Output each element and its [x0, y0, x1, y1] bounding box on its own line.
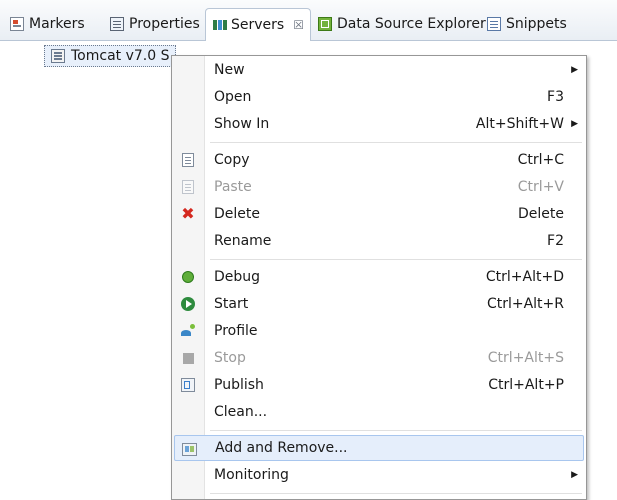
menu-item-paste[interactable]: Paste Ctrl+V	[174, 174, 584, 200]
tab-snippets-label: Snippets	[506, 16, 567, 32]
data-source-explorer-icon	[318, 17, 332, 31]
start-icon	[180, 296, 196, 312]
menu-item-label: Copy	[214, 152, 250, 168]
delete-icon: ✖	[181, 204, 195, 223]
menu-item-label: Add and Remove...	[215, 440, 348, 456]
menu-item-label: Stop	[214, 350, 246, 366]
menu-item-shortcut: Ctrl+Alt+P	[488, 377, 564, 393]
tab-data-source-explorer-label: Data Source Explorer	[337, 16, 486, 32]
menu-item-label: New	[214, 62, 245, 78]
menu-item-label: Debug	[214, 269, 261, 285]
close-tab-icon[interactable]: ☒	[293, 18, 304, 32]
menu-item-shortcut: F3	[547, 89, 564, 105]
add-remove-icon	[181, 441, 197, 457]
debug-icon	[180, 269, 196, 285]
menu-item-label: Profile	[214, 323, 258, 339]
menu-item-stop[interactable]: Stop Ctrl+Alt+S	[174, 345, 584, 371]
menu-item-copy[interactable]: Copy Ctrl+C	[174, 147, 584, 173]
menu-item-publish[interactable]: Publish Ctrl+Alt+P	[174, 372, 584, 398]
menu-item-label: Delete	[214, 206, 260, 222]
profile-icon	[180, 323, 196, 339]
servers-icon	[212, 18, 226, 32]
paste-icon	[180, 179, 196, 195]
submenu-arrow-icon: ▶	[571, 119, 578, 129]
stop-icon	[180, 350, 196, 366]
server-tree-item[interactable]: Tomcat v7.0 S	[44, 45, 177, 67]
tab-snippets[interactable]: Snippets	[481, 9, 573, 39]
tab-servers-label: Servers	[231, 17, 285, 33]
menu-item-label: Clean...	[214, 404, 268, 420]
menu-item-rename[interactable]: Rename F2	[174, 228, 584, 254]
menu-item-shortcut: Ctrl+Alt+R	[486, 296, 564, 312]
menu-separator	[210, 142, 582, 143]
menu-item-label: Show In	[214, 116, 270, 132]
copy-icon	[180, 152, 196, 168]
menu-item-label: Publish	[214, 377, 264, 393]
tab-markers-label: Markers	[29, 16, 85, 32]
menu-item-delete[interactable]: ✖ Delete Delete	[174, 201, 584, 227]
tab-data-source-explorer[interactable]: Data Source Explorer	[312, 9, 492, 39]
menu-separator	[210, 259, 582, 260]
menu-item-clean[interactable]: Clean...	[174, 399, 584, 425]
menu-item-shortcut: F2	[547, 233, 564, 249]
properties-icon	[110, 17, 124, 31]
publish-icon	[180, 377, 196, 393]
menu-separator	[210, 430, 582, 431]
menu-item-show-in[interactable]: Show In Alt+Shift+W ▶	[174, 111, 584, 137]
menu-item-label: Start	[214, 296, 249, 312]
tab-markers[interactable]: Markers	[4, 9, 91, 39]
menu-item-shortcut: Alt+Shift+W	[475, 116, 564, 132]
tab-properties-label: Properties	[129, 16, 200, 32]
tab-servers[interactable]: Servers ☒	[205, 8, 311, 41]
menu-item-shortcut: Delete	[518, 206, 564, 222]
view-tab-bar: Markers Properties Servers ☒ Data Source…	[0, 0, 617, 41]
menu-item-label: Rename	[214, 233, 272, 249]
menu-item-new[interactable]: New ▶	[174, 57, 584, 83]
server-label: Tomcat v7.0 S	[71, 48, 170, 64]
menu-item-label: Paste	[214, 179, 252, 195]
markers-icon	[10, 17, 24, 31]
menu-item-label: Open	[214, 89, 252, 105]
tab-properties[interactable]: Properties	[104, 9, 206, 39]
server-icon	[51, 49, 65, 63]
menu-item-shortcut: Ctrl+C	[517, 152, 564, 168]
menu-item-monitoring[interactable]: Monitoring ▶	[174, 462, 584, 488]
menu-separator	[210, 493, 582, 494]
menu-item-add-and-remove[interactable]: Add and Remove...	[174, 435, 584, 461]
menu-item-start[interactable]: Start Ctrl+Alt+R	[174, 291, 584, 317]
submenu-arrow-icon: ▶	[571, 65, 578, 75]
menu-item-shortcut: Ctrl+V	[517, 179, 564, 195]
submenu-arrow-icon: ▶	[571, 470, 578, 480]
menu-item-shortcut: Ctrl+Alt+D	[485, 269, 564, 285]
menu-item-profile[interactable]: Profile	[174, 318, 584, 344]
menu-item-open[interactable]: Open F3	[174, 84, 584, 110]
menu-item-debug[interactable]: Debug Ctrl+Alt+D	[174, 264, 584, 290]
menu-item-label: Monitoring	[214, 467, 289, 483]
context-menu: New ▶ Open F3 Show In Alt+Shift+W ▶ Copy…	[171, 55, 587, 500]
menu-item-shortcut: Ctrl+Alt+S	[487, 350, 564, 366]
snippets-icon	[487, 17, 501, 31]
